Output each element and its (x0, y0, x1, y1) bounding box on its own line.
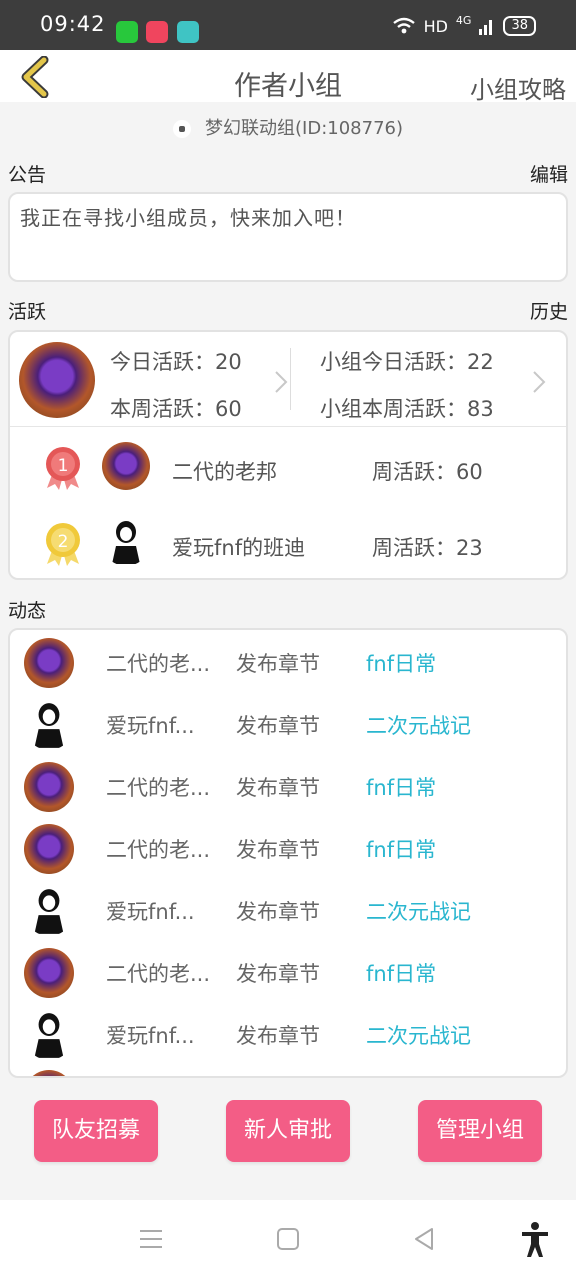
feed-book-link[interactable]: 二次元战记 (366, 896, 471, 926)
feed-user: 爱玩fnf... (106, 714, 195, 738)
rank-1-name: 二代的老邦 (172, 460, 277, 484)
accessibility-icon[interactable] (520, 1222, 550, 1258)
notice-section-label: 公告 (8, 164, 47, 186)
notice-text: 我正在寻找小组成员，快来加入吧！ (20, 206, 356, 230)
manage-group-button[interactable]: 管理小组 (418, 1100, 542, 1162)
approve-button[interactable]: 新人审批 (226, 1100, 350, 1162)
system-nav-bar (0, 1200, 576, 1280)
home-icon[interactable] (276, 1226, 300, 1252)
feed-row[interactable]: 爱玩fnf... 发布章节 二次元战记 (24, 692, 564, 752)
activity-card: 今日活跃：20 本周活跃：60 小组今日活跃：22 小组本周活跃：83 1 二代… (8, 330, 568, 580)
rank-2-name: 爱玩fnf的班迪 (172, 536, 306, 560)
notice-box: 我正在寻找小组成员，快来加入吧！ (8, 192, 568, 282)
bendy-avatar-icon (34, 1013, 64, 1058)
rank-2-weekly: 周活跃：23 (372, 536, 483, 560)
group-name-line: 梦幻联动组(ID:108776) (0, 114, 576, 140)
feed-avatar (24, 762, 74, 812)
chat-app-icon (177, 21, 199, 43)
feed-book-link[interactable]: fnf日常 (366, 772, 436, 802)
feed-book-link[interactable]: 二次元战记 (366, 710, 471, 740)
feed-row[interactable]: 二代的老... 发布章节 fnf日常 (24, 754, 564, 814)
feed-avatar (24, 638, 74, 688)
rank-2-number: 2 (58, 532, 69, 552)
feed-avatar (24, 1010, 74, 1060)
feed-user: 二代的老... (106, 962, 211, 986)
feed-avatar (24, 886, 74, 936)
activity-divider (10, 426, 566, 427)
rank-2-medal-icon: 2 (46, 523, 80, 566)
feed-book-link[interactable]: 二次元战记 (366, 1020, 471, 1050)
my-avatar (19, 342, 95, 418)
feed-action: 发布章节 (236, 652, 320, 676)
feed-avatar (24, 700, 74, 750)
bendy-avatar-icon (34, 703, 64, 748)
feed-action: 发布章节 (236, 1024, 320, 1048)
chevron-right-icon[interactable] (274, 370, 288, 394)
rank-1-weekly: 周活跃：60 (372, 460, 483, 484)
feed-book-link[interactable]: fnf日常 (366, 648, 436, 678)
battery-indicator: 38 (503, 16, 536, 36)
feed-row[interactable]: 二代的老... 发布章节 fnf日常 (24, 630, 564, 690)
feed-action: 发布章节 (236, 714, 320, 738)
video-app-icon (146, 21, 168, 43)
rank-1-medal-icon: 1 (46, 447, 80, 490)
stats-divider (290, 348, 291, 410)
feed-avatar (24, 824, 74, 874)
notice-edit-button[interactable]: 编辑 (530, 160, 568, 187)
feed-book-link[interactable]: fnf日常 (366, 834, 436, 864)
wifi-icon (392, 17, 415, 34)
group-logo-icon (173, 120, 191, 138)
feed-row[interactable]: 爱玩fnf... 发布章节 二次元战记 (24, 878, 564, 938)
feed-user: 二代的老... (106, 776, 211, 800)
feed-card: 二代的老... 发布章节 fnf日常 爱玩fnf... 发布章节 二次元战记 二… (8, 628, 568, 1078)
activity-section-label: 活跃 (8, 301, 47, 323)
rank-1-avatar (102, 442, 150, 490)
status-bar: 09:42 HD 4G 38 (0, 0, 576, 50)
menu-icon[interactable] (138, 1226, 164, 1252)
feed-avatar-partial (24, 1070, 74, 1076)
group-guide-link[interactable]: 小组攻略 (470, 70, 566, 105)
recruit-button[interactable]: 队友招募 (34, 1100, 158, 1162)
feed-book-link[interactable]: fnf日常 (366, 958, 436, 988)
top-bar: 作者小组 小组攻略 (0, 50, 576, 105)
feed-user: 二代的老... (106, 652, 211, 676)
feed-user: 爱玩fnf... (106, 900, 195, 924)
rank-1-number: 1 (58, 456, 69, 476)
group-week-activity: 小组本周活跃：83 (320, 397, 494, 421)
iqiyi-app-icon (116, 21, 138, 43)
feed-action: 发布章节 (236, 776, 320, 800)
network-label: HD (423, 16, 448, 36)
week-activity: 本周活跃：60 (110, 397, 242, 421)
status-time: 09:42 (40, 12, 106, 36)
feed-section-label: 动态 (8, 600, 47, 622)
group-name-id: 梦幻联动组(ID:108776) (205, 118, 403, 139)
feed-row[interactable]: 二代的老... 发布章节 fnf日常 (24, 940, 564, 1000)
today-activity: 今日活跃：20 (110, 350, 242, 374)
signal-icon (479, 20, 493, 35)
feed-user: 二代的老... (106, 838, 211, 862)
bendy-avatar-icon (34, 889, 64, 934)
feed-action: 发布章节 (236, 900, 320, 924)
activity-history-button[interactable]: 历史 (530, 297, 568, 324)
group-today-activity: 小组今日活跃：22 (320, 350, 494, 374)
feed-action: 发布章节 (236, 838, 320, 862)
feed-user: 爱玩fnf... (106, 1024, 195, 1048)
feed-row[interactable]: 爱玩fnf... 发布章节 二次元战记 (24, 1002, 564, 1062)
rank-2-avatar (102, 518, 150, 566)
status-indicators: HD 4G 38 (392, 13, 536, 36)
signal-label: 4G (455, 13, 472, 27)
feed-row[interactable]: 二代的老... 发布章节 fnf日常 (24, 816, 564, 876)
chevron-right-icon[interactable] (532, 370, 546, 394)
bendy-avatar-icon (112, 521, 140, 564)
feed-avatar (24, 948, 74, 998)
back-icon[interactable] (412, 1226, 436, 1252)
feed-action: 发布章节 (236, 962, 320, 986)
